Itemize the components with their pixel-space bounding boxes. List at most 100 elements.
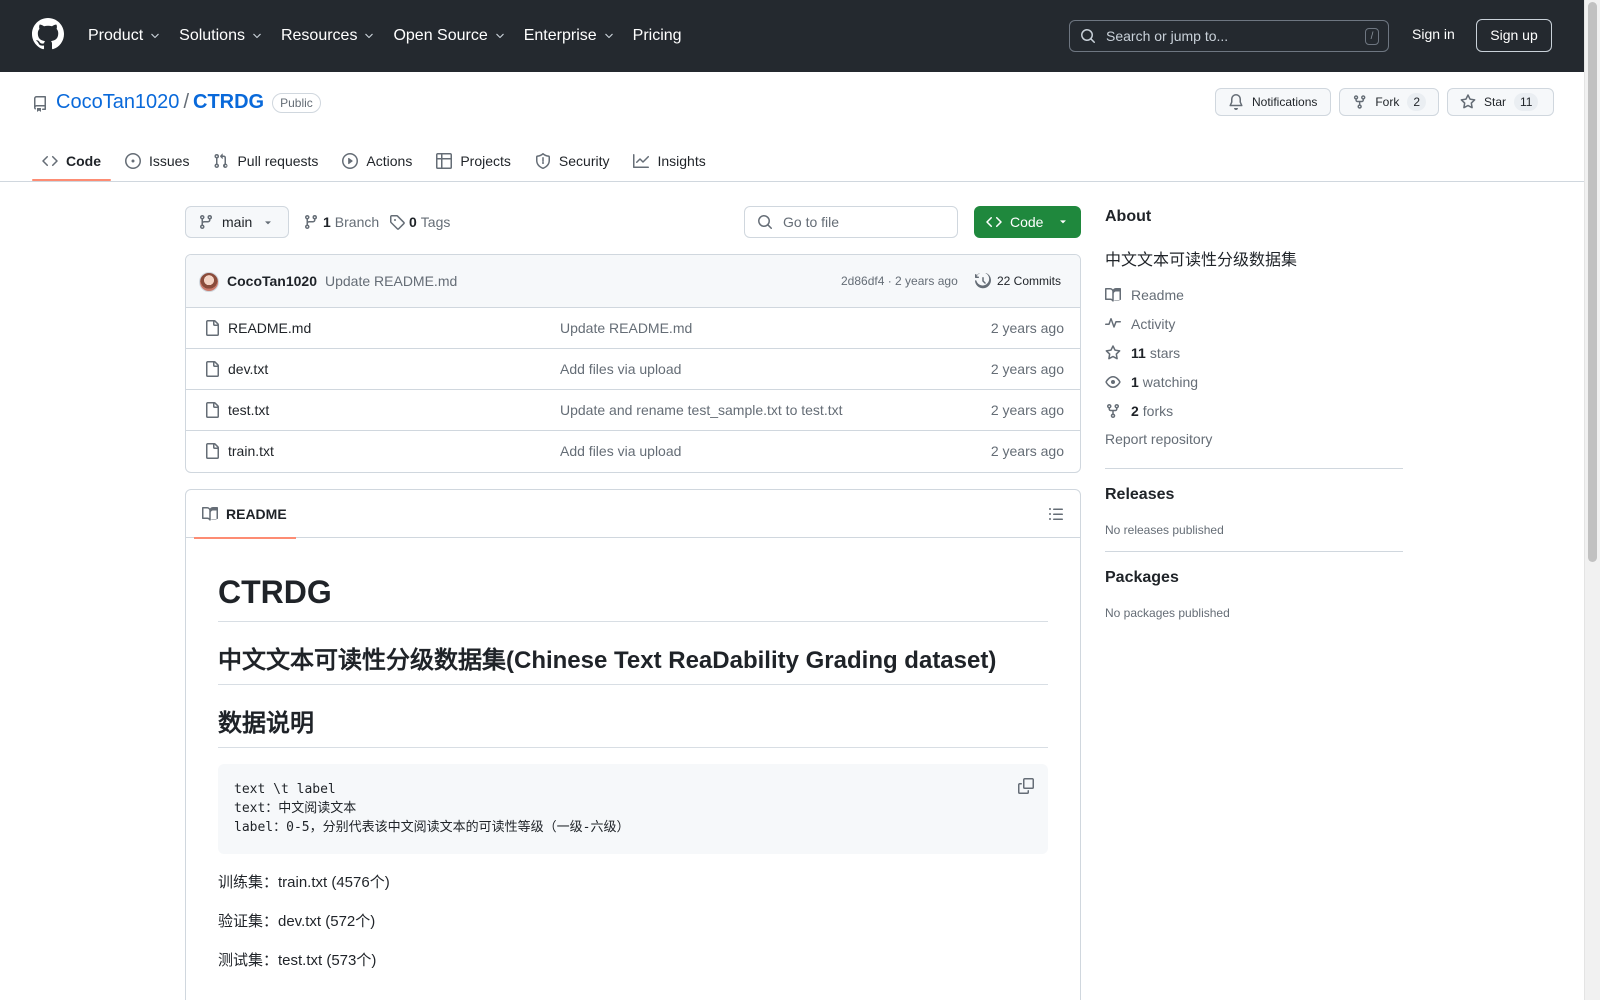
git-branch-icon — [305, 214, 317, 230]
chevron-down-icon — [151, 33, 159, 39]
page-scrollbar[interactable] — [1584, 0, 1600, 1000]
code-button-label: Code — [1010, 214, 1044, 230]
file-icon — [206, 320, 219, 336]
bell-icon — [1229, 94, 1243, 110]
readme-paragraph: 测试集：test.txt (573个) — [218, 952, 377, 969]
report-repository-link[interactable]: Report repository — [1105, 425, 1403, 454]
tab-pull-requests[interactable]: Pull requests — [203, 141, 328, 181]
forks-label: forks — [1142, 402, 1174, 419]
watching-link[interactable]: 1 watching — [1105, 367, 1403, 396]
book-icon — [202, 507, 218, 521]
about-heading: About — [1105, 208, 1152, 225]
readme-tab-label: README — [226, 506, 287, 522]
tag-icon — [390, 215, 405, 230]
list-unordered-icon[interactable] — [1048, 506, 1064, 522]
file-name-link[interactable]: dev.txt — [228, 361, 268, 377]
nav-resources[interactable]: Resources — [272, 20, 384, 52]
nav-pricing[interactable]: Pricing — [624, 20, 691, 52]
commit-meta[interactable]: 2d86df4 · 2 years ago — [841, 274, 958, 288]
stars-label: stars — [1149, 344, 1181, 361]
file-icon — [206, 361, 219, 377]
file-commit-message[interactable]: Update README.md — [560, 320, 692, 336]
file-name-link[interactable]: test.txt — [228, 402, 269, 418]
forks-count: 2 — [1131, 402, 1139, 419]
file-list: CocoTan1020 Update README.md 2d86df4 · 2… — [185, 254, 1081, 473]
releases-heading[interactable]: Releases — [1105, 486, 1403, 504]
branches-link[interactable]: 1 Branch — [303, 214, 379, 230]
table-row: README.md Update README.md 2 years ago — [186, 308, 1080, 349]
search-shortcut-key: / — [1365, 28, 1379, 45]
code-icon — [986, 216, 1002, 228]
chevron-down-icon — [365, 33, 374, 39]
nav-label: Resources — [280, 27, 358, 44]
forks-link[interactable]: 2 forks — [1105, 396, 1403, 425]
commit-message[interactable]: Update README.md — [325, 273, 457, 289]
code-dropdown-button[interactable]: Code — [974, 206, 1081, 238]
file-commit-time: 2 years ago — [990, 402, 1064, 418]
notifications-button[interactable]: Notifications — [1215, 88, 1331, 116]
tab-code[interactable]: Code — [32, 141, 111, 181]
graph-icon — [633, 154, 650, 168]
file-commit-message[interactable]: Update and rename test_sample.txt to tes… — [560, 402, 842, 418]
file-commit-message[interactable]: Add files via upload — [560, 443, 681, 459]
packages-heading[interactable]: Packages — [1105, 569, 1403, 587]
file-icon — [206, 443, 219, 459]
readme-link-label: Readme — [1131, 286, 1184, 303]
commit-author[interactable]: CocoTan1020 — [227, 273, 317, 289]
branch-selector[interactable]: main — [185, 206, 289, 238]
repo-name-link[interactable]: CTRDG — [193, 91, 264, 114]
activity-link[interactable]: Activity — [1105, 309, 1403, 338]
search-input[interactable]: Search or jump to... / — [1069, 20, 1389, 52]
watching-label: watching — [1142, 373, 1199, 390]
scrollbar-thumb[interactable] — [1588, 2, 1597, 562]
activity-link-label: Activity — [1131, 315, 1176, 332]
tab-insights[interactable]: Insights — [623, 141, 715, 181]
stars-link[interactable]: 11 stars — [1105, 338, 1403, 367]
star-count: 11 — [1514, 93, 1539, 111]
tab-label: Security — [558, 153, 610, 169]
star-button[interactable]: Star 11 — [1447, 88, 1554, 116]
tab-readme[interactable]: README — [194, 490, 296, 539]
star-label: Star — [1484, 95, 1507, 109]
about-description: 中文文本可读性分级数据集 — [1105, 252, 1298, 269]
nav-label: Open Source — [393, 27, 488, 44]
nav-product[interactable]: Product — [88, 20, 170, 52]
nav-label: Solutions — [179, 27, 245, 44]
nav-enterprise[interactable]: Enterprise — [515, 20, 624, 52]
code-line: text \t label — [234, 782, 336, 797]
file-name-link[interactable]: README.md — [228, 320, 311, 336]
file-commit-time: 2 years ago — [990, 320, 1064, 336]
repo-owner-link[interactable]: CocoTan1020 — [56, 91, 179, 114]
shield-icon — [535, 153, 550, 169]
tab-label: Projects — [460, 153, 511, 169]
search-placeholder: Search or jump to... — [1106, 28, 1229, 44]
code-line: text：中文阅读文本 — [234, 801, 357, 816]
tab-security[interactable]: Security — [525, 141, 620, 181]
commits-link[interactable]: 22 Commits — [975, 273, 1061, 289]
fork-button[interactable]: Fork 2 — [1339, 88, 1439, 116]
branch-label: Branch — [334, 214, 380, 230]
tab-projects[interactable]: Projects — [426, 141, 521, 181]
tags-link[interactable]: 0 Tags — [389, 214, 450, 230]
file-name-link[interactable]: train.txt — [228, 443, 274, 459]
star-icon — [1460, 94, 1476, 109]
avatar[interactable] — [199, 272, 219, 292]
sign-up-button[interactable]: Sign up — [1476, 19, 1552, 52]
readme-content: CTRDG 中文文本可读性分级数据集(Chinese Text ReaDabil… — [218, 538, 1048, 972]
code-line: label：0-5，分别代表该中文阅读文本的可读性等级（一级-六级） — [234, 820, 630, 835]
copy-icon[interactable] — [1018, 778, 1034, 794]
file-commit-message[interactable]: Add files via upload — [560, 361, 681, 377]
readme-link[interactable]: Readme — [1105, 280, 1403, 309]
readme-heading-title: 中文文本可读性分级数据集(Chinese Text ReaDability Gr… — [218, 646, 1048, 685]
repo-forked-icon — [1353, 95, 1366, 109]
sign-in-link[interactable]: Sign in — [1412, 26, 1455, 42]
nav-open-source[interactable]: Open Source — [384, 20, 514, 52]
tab-actions[interactable]: Actions — [332, 141, 422, 181]
go-to-file-input[interactable]: Go to file — [744, 206, 958, 238]
pulse-icon — [1105, 317, 1121, 328]
nav-solutions[interactable]: Solutions — [170, 20, 272, 52]
tab-issues[interactable]: Issues — [115, 141, 199, 181]
github-logo-icon[interactable] — [32, 18, 64, 50]
repo-tabs: Code Issues Pull requests Actions Projec… — [32, 141, 720, 181]
eye-icon — [1105, 375, 1121, 388]
